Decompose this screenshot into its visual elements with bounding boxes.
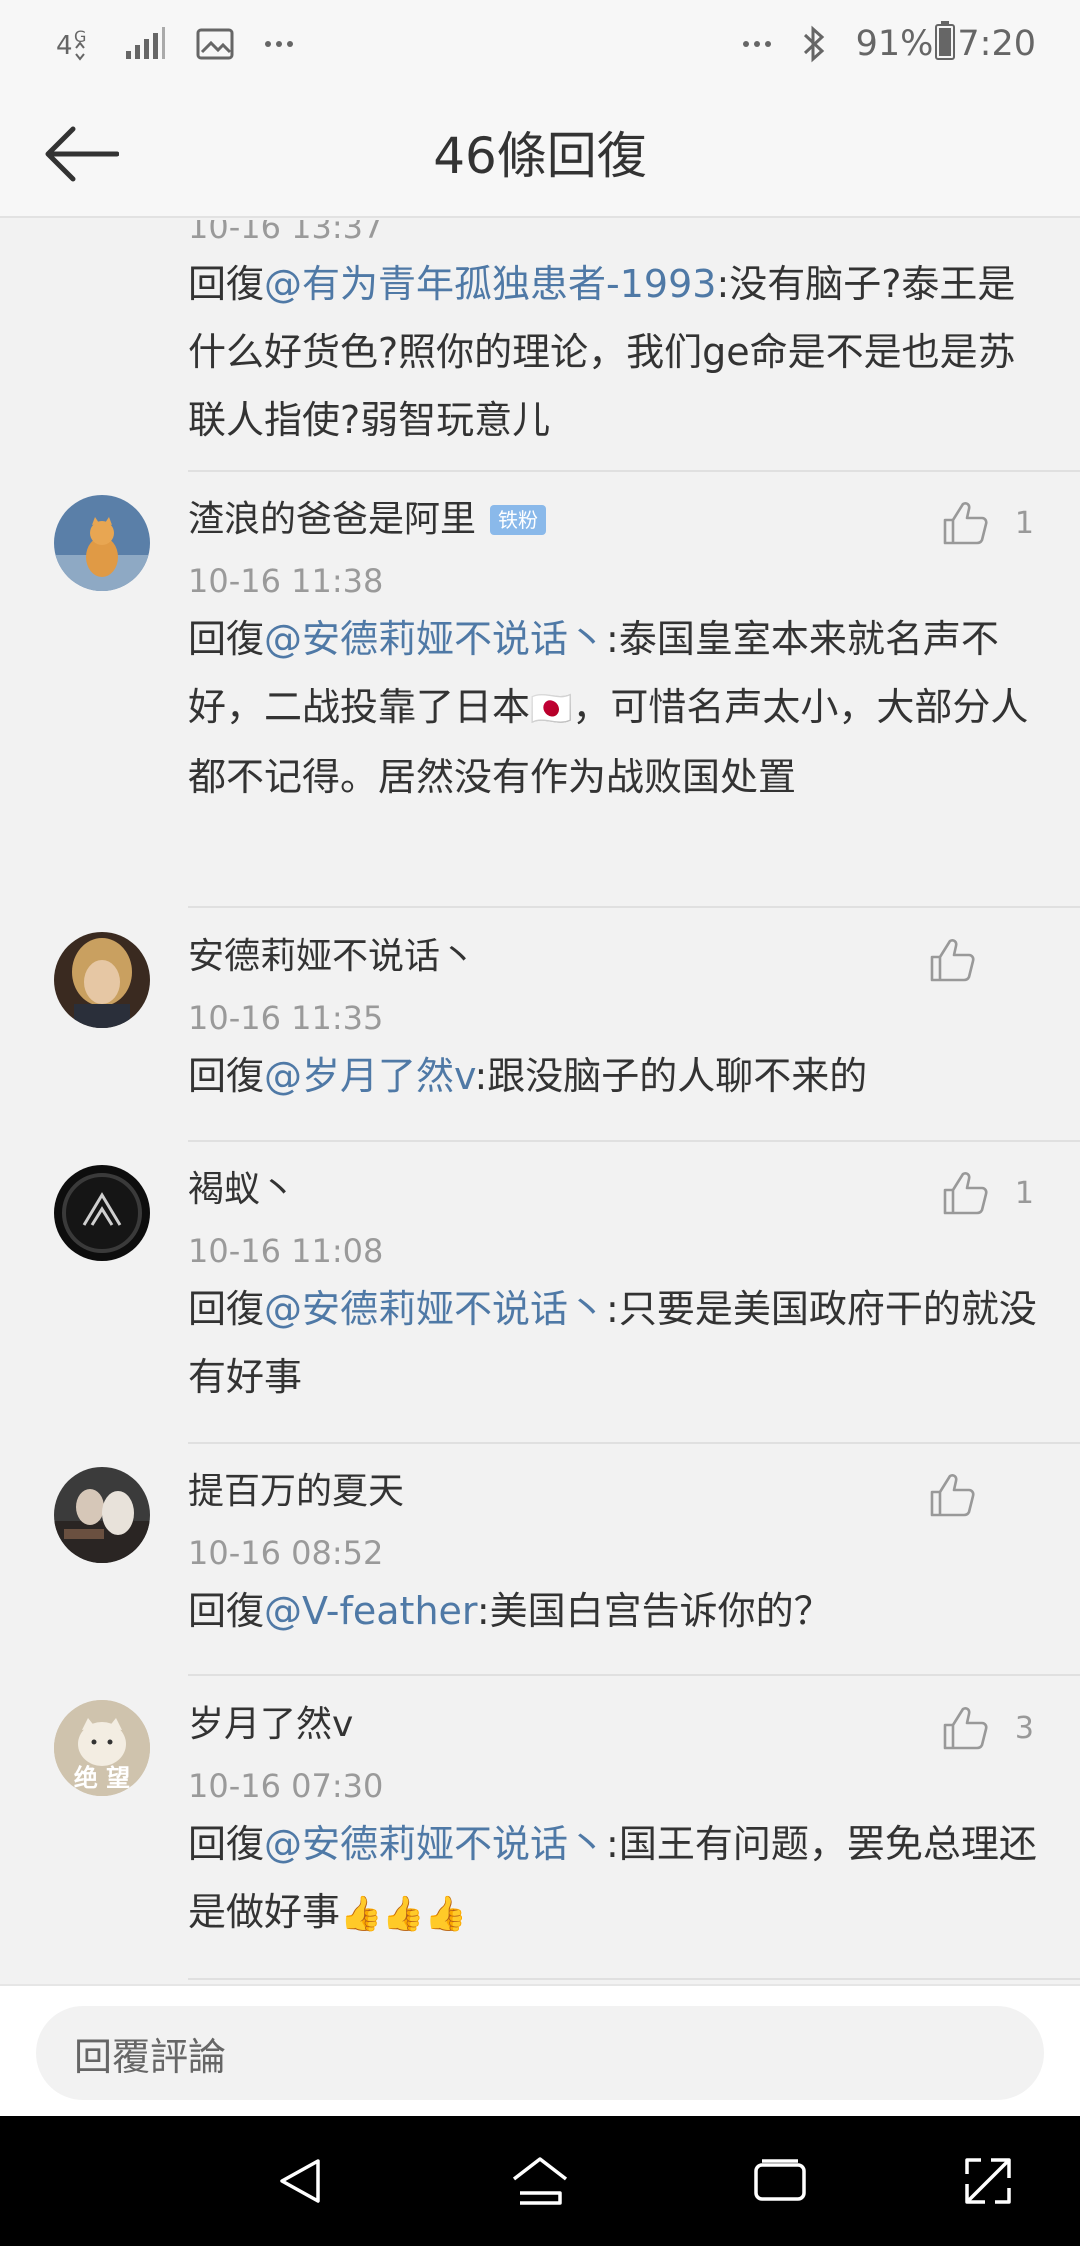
avatar[interactable]: 绝 望 [54,1700,150,1796]
thumbs-up-icon [943,1707,988,1750]
svg-text:4: 4 [56,31,73,61]
system-nav-bar [0,2116,1080,2246]
comment-item: 褐蚁丶 10-16 11:08 1 回復@安德莉娅不说话丶:只要是美国政府干的就… [0,1165,1080,1405]
bluetooth-icon [802,25,826,63]
comment-feed[interactable]: 10-16 13:37 回復@有为青年孤独患者-1993:没有脑子?泰王是什么好… [0,220,1080,1984]
like-count: 3 [1014,1710,1034,1746]
comment-time: 10-16 11:35 [188,999,384,1037]
mention-link[interactable]: @V-feather [264,1589,477,1633]
mention-link[interactable]: @安德莉娅不说话丶 [264,1822,606,1866]
page-title: 46條回復 [433,127,647,185]
like-count: 1 [1014,505,1034,541]
avatar[interactable] [54,932,150,1028]
comment-time: 10-16 11:38 [188,562,384,600]
comment-username[interactable]: 提百万的夏天 [188,1467,404,1517]
screenshot-expand-icon [965,2158,1011,2204]
comment-time: 10-16 07:30 [188,1767,384,1805]
divider [188,906,1080,908]
home-icon [512,2157,568,2205]
gallery-icon [196,28,234,60]
signal-icon [124,27,166,61]
reply-prefix: 回復 [188,617,265,661]
comment-text: :美国白宫告诉你的？ [476,1589,832,1633]
reply-prefix: 回復 [188,1054,265,1098]
avatar[interactable] [54,495,150,591]
nav-back-button[interactable] [270,2151,330,2211]
thumbs-up-icon [943,1172,988,1215]
reply-input[interactable]: 回覆評論 [36,2006,1044,2100]
divider [188,1978,1080,1980]
comment-item: 绝 望 岁月了然v 10-16 07:30 3 回復@安德莉娅不说话丶:国王有问… [0,1700,1080,1970]
comment-partial: 10-16 13:37 回復@有为青年孤独患者-1993:没有脑子?泰王是什么好… [0,220,1080,470]
like-button[interactable]: 3 [941,1700,1034,1756]
more-dots-icon [742,39,772,49]
comment-item: 提百万的夏天 10-16 08:52 回復@V-feather:美国白宫告诉你的… [0,1467,1080,1657]
divider [188,470,1080,472]
comment-time: 10-16 13:37 [188,220,384,246]
mention-link[interactable]: @有为青年孤独患者-1993 [264,262,716,306]
app-header: 46條回復 [0,88,1080,218]
status-bar: 4G 91% 7:20 [0,0,1080,88]
username-text[interactable]: 渣浪的爸爸是阿里 [188,499,476,540]
nav-home-button[interactable] [510,2151,570,2211]
thumbs-up-icon [930,1474,975,1517]
comment-body: 回復@安德莉娅不说话丶:只要是美国政府干的就没有好事 [188,1275,1038,1411]
reply-bar: 回覆評論 [0,1984,1080,2116]
like-button[interactable] [928,1467,1020,1523]
mention-link[interactable]: @安德莉娅不说话丶 [264,617,606,661]
comment-username[interactable]: 褐蚁丶 [188,1165,296,1215]
comment-body: 回復@安德莉娅不说话丶:泰国皇室本来就名声不好，二战投靠了日本🇯🇵，可惜名声太小… [188,605,1038,811]
status-left: 4G [56,24,294,64]
comment-username[interactable]: 岁月了然v [188,1700,353,1750]
comment-text: :跟没脑子的人聊不来的 [474,1054,868,1098]
thumbs-up-emoji: 👍👍👍 [340,1894,468,1934]
mention-link[interactable]: @安德莉娅不说话丶 [264,1287,606,1331]
japan-flag-emoji: 🇯🇵 [530,689,573,729]
avatar[interactable] [54,1467,150,1563]
reply-prefix: 回復 [188,262,265,306]
comment-username[interactable]: 渣浪的爸爸是阿里 铁粉 [188,495,547,545]
avatar[interactable] [54,1165,150,1261]
divider [188,1674,1080,1676]
comment-item: 渣浪的爸爸是阿里 铁粉 10-16 11:38 1 回復@安德莉娅不说话丶:泰国皇… [0,495,1080,855]
status-right: 91% 7:20 [742,20,1036,69]
comment-time: 10-16 08:52 [188,1534,384,1572]
thumbs-up-icon [930,939,975,982]
nav-recents-button[interactable] [750,2151,810,2211]
clock-text: 7:20 [957,24,1036,64]
mention-link[interactable]: @岁月了然v [264,1054,474,1098]
more-dots-icon [264,39,294,49]
status-battery-group: 91% 7:20 [856,20,1036,69]
divider [188,1140,1080,1142]
like-button[interactable]: 1 [941,1165,1034,1221]
comment-item: 安德莉娅不说话丶 10-16 11:35 回復@岁月了然v:跟没脑子的人聊不来的 [0,932,1080,1122]
network-4g-icon: 4G [56,24,94,64]
like-button[interactable]: 1 [941,495,1034,551]
comment-body: 回復@岁月了然v:跟没脑子的人聊不来的 [188,1042,1038,1110]
avatar-text: 绝 望 [73,1764,131,1792]
comment-username[interactable]: 安德莉娅不说话丶 [188,932,476,982]
reply-prefix: 回復 [188,1287,265,1331]
fan-badge: 铁粉 [490,505,547,535]
like-count: 1 [1014,1175,1034,1211]
nav-expand-button[interactable] [958,2151,1018,2211]
reply-prefix: 回復 [188,1822,265,1866]
like-button[interactable] [928,932,1020,988]
back-triangle-icon [280,2159,320,2203]
comment-body: 回復@安德莉娅不说话丶:国王有问题，罢免总理还是做好事👍👍👍 [188,1810,1038,1948]
reply-prefix: 回復 [188,1589,265,1633]
thumbs-up-icon [943,502,988,545]
comment-time: 10-16 11:08 [188,1232,384,1270]
divider [188,1442,1080,1444]
comment-body: 回復@有为青年孤独患者-1993:没有脑子?泰王是什么好货色?照你的理论，我们g… [188,250,1038,454]
recents-icon [754,2159,806,2201]
battery-text: 91% [855,24,934,64]
comment-body: 回復@V-feather:美国白宫告诉你的？ [188,1577,1038,1645]
battery-icon [935,20,956,69]
